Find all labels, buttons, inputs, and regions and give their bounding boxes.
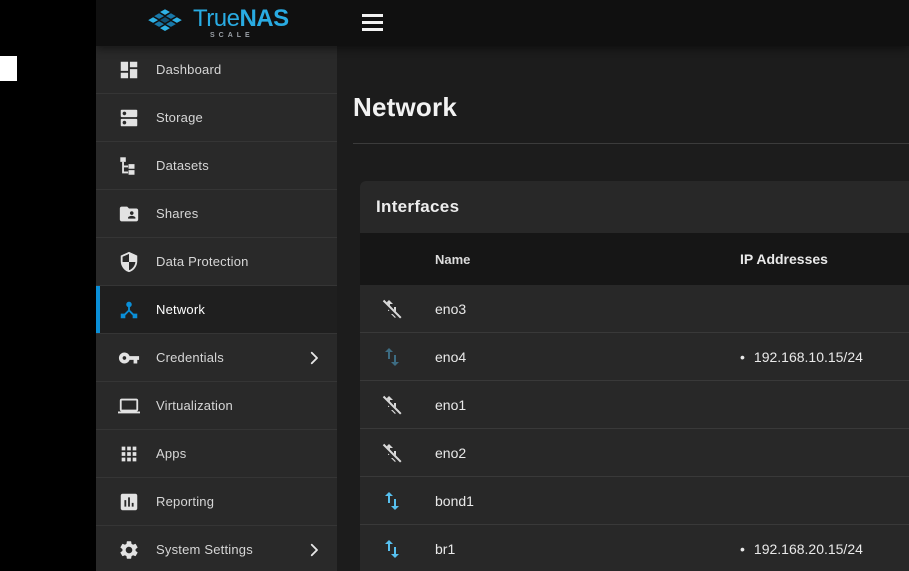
sidebar-item-label: Data Protection — [156, 254, 249, 269]
datasets-icon — [118, 155, 140, 177]
interface-row-br1[interactable]: br1• 192.168.20.15/24 — [360, 525, 909, 571]
link-down-icon — [380, 393, 404, 417]
interface-ip-addresses: • 192.168.10.15/24 — [740, 349, 909, 365]
interface-row-eno3[interactable]: eno3 — [360, 285, 909, 333]
interfaces-card: Interfaces Name IP Addresses eno3eno4•19… — [360, 181, 909, 571]
interface-name: br1 — [435, 541, 740, 557]
sidebar-item-virtualization[interactable]: Virtualization — [96, 382, 337, 430]
storage-icon — [118, 107, 140, 129]
sidebar-item-label: System Settings — [156, 542, 253, 557]
virtualization-icon — [118, 395, 140, 417]
interface-state-cell — [380, 393, 404, 417]
title-divider — [353, 143, 909, 144]
sidebar-item-network[interactable]: Network — [96, 286, 337, 334]
interface-row-eno1[interactable]: eno1 — [360, 381, 909, 429]
sidebar-item-dashboard[interactable]: Dashboard — [96, 46, 337, 94]
link-down-icon — [380, 441, 404, 465]
interface-name: eno2 — [435, 445, 740, 461]
truenas-logo-icon — [144, 8, 186, 39]
link-up-icon — [380, 489, 404, 513]
interface-state-cell — [380, 537, 404, 561]
interface-row-eno2[interactable]: eno2 — [360, 429, 909, 477]
name-column-header: Name — [435, 252, 740, 267]
ip-column-header: IP Addresses — [740, 251, 909, 267]
topbar: TrueNAS SCALE — [96, 0, 909, 46]
sidebar-item-datasets[interactable]: Datasets — [96, 142, 337, 190]
link-down-icon — [380, 297, 404, 321]
interface-state-cell — [380, 345, 404, 369]
chevron-right-icon — [305, 541, 323, 559]
sidebar-item-system-settings[interactable]: System Settings — [96, 526, 337, 571]
credentials-icon — [118, 347, 140, 369]
sidebar-item-credentials[interactable]: Credentials — [96, 334, 337, 382]
interface-state-cell — [380, 489, 404, 513]
interface-row-eno4[interactable]: eno4• 192.168.10.15/24 — [360, 333, 909, 381]
interface-name: eno4 — [435, 349, 740, 365]
truenas-app-window: TrueNAS SCALE Dashboard Storage Datasets Sh… — [0, 0, 909, 571]
interfaces-card-header: Interfaces — [360, 181, 909, 233]
interfaces-table-body: eno3eno4•192.168.10.15/24eno1eno2bond1br… — [360, 285, 909, 571]
ip-address: 192.168.10.15/24 — [754, 349, 863, 365]
interface-name: bond1 — [435, 493, 740, 509]
reporting-icon — [118, 491, 140, 513]
interfaces-table-header: Name IP Addresses — [360, 233, 909, 285]
interface-name: eno3 — [435, 301, 740, 317]
ip-bullet: • — [740, 350, 745, 364]
hamburger-icon[interactable] — [362, 14, 383, 31]
sidebar-item-label: Virtualization — [156, 398, 233, 413]
sidebar-item-label: Storage — [156, 110, 203, 125]
data-protection-icon — [118, 251, 140, 273]
sidebar-item-reporting[interactable]: Reporting — [96, 478, 337, 526]
sidebar-item-label: Shares — [156, 206, 198, 221]
brand-edition: SCALE — [193, 32, 289, 39]
system-settings-icon — [118, 539, 140, 561]
sidebar-nav: Dashboard Storage Datasets Shares Data Prote… — [96, 46, 337, 571]
link-up-icon — [380, 537, 404, 561]
sidebar-item-storage[interactable]: Storage — [96, 94, 337, 142]
interface-state-cell — [380, 441, 404, 465]
dashboard-icon — [118, 59, 140, 81]
shares-icon — [118, 203, 140, 225]
interface-row-bond1[interactable]: bond1 — [360, 477, 909, 525]
brand-name: TrueNAS — [193, 7, 289, 31]
sidebar-item-shares[interactable]: Shares — [96, 190, 337, 238]
page-title: Network — [353, 93, 457, 121]
truenas-logo-text: TrueNAS SCALE — [193, 7, 289, 39]
interface-name: eno1 — [435, 397, 740, 413]
main-content: Network Interfaces Name IP Addresses eno… — [337, 46, 909, 571]
sidebar-item-data-protection[interactable]: Data Protection — [96, 238, 337, 286]
left-black-strip — [0, 0, 96, 571]
chevron-right-icon — [305, 349, 323, 367]
sidebar-item-label: Dashboard — [156, 62, 221, 77]
sidebar-item-label: Reporting — [156, 494, 214, 509]
ip-address: 192.168.20.15/24 — [754, 541, 863, 557]
sidebar-item-apps[interactable]: Apps — [96, 430, 337, 478]
sidebar-item-label: Credentials — [156, 350, 224, 365]
apps-icon — [118, 443, 140, 465]
network-icon — [118, 299, 140, 321]
ip-bullet: • — [740, 542, 745, 556]
truenas-logo[interactable]: TrueNAS SCALE — [144, 7, 289, 39]
sidebar-item-label: Apps — [156, 446, 186, 461]
interface-state-cell — [380, 297, 404, 321]
interfaces-card-title: Interfaces — [376, 197, 459, 217]
background-window-artifact — [0, 56, 17, 81]
link-up-icon — [380, 345, 404, 369]
interface-ip-addresses: • 192.168.20.15/24 — [740, 541, 909, 557]
sidebar-item-label: Network — [156, 302, 205, 317]
sidebar-item-label: Datasets — [156, 158, 209, 173]
